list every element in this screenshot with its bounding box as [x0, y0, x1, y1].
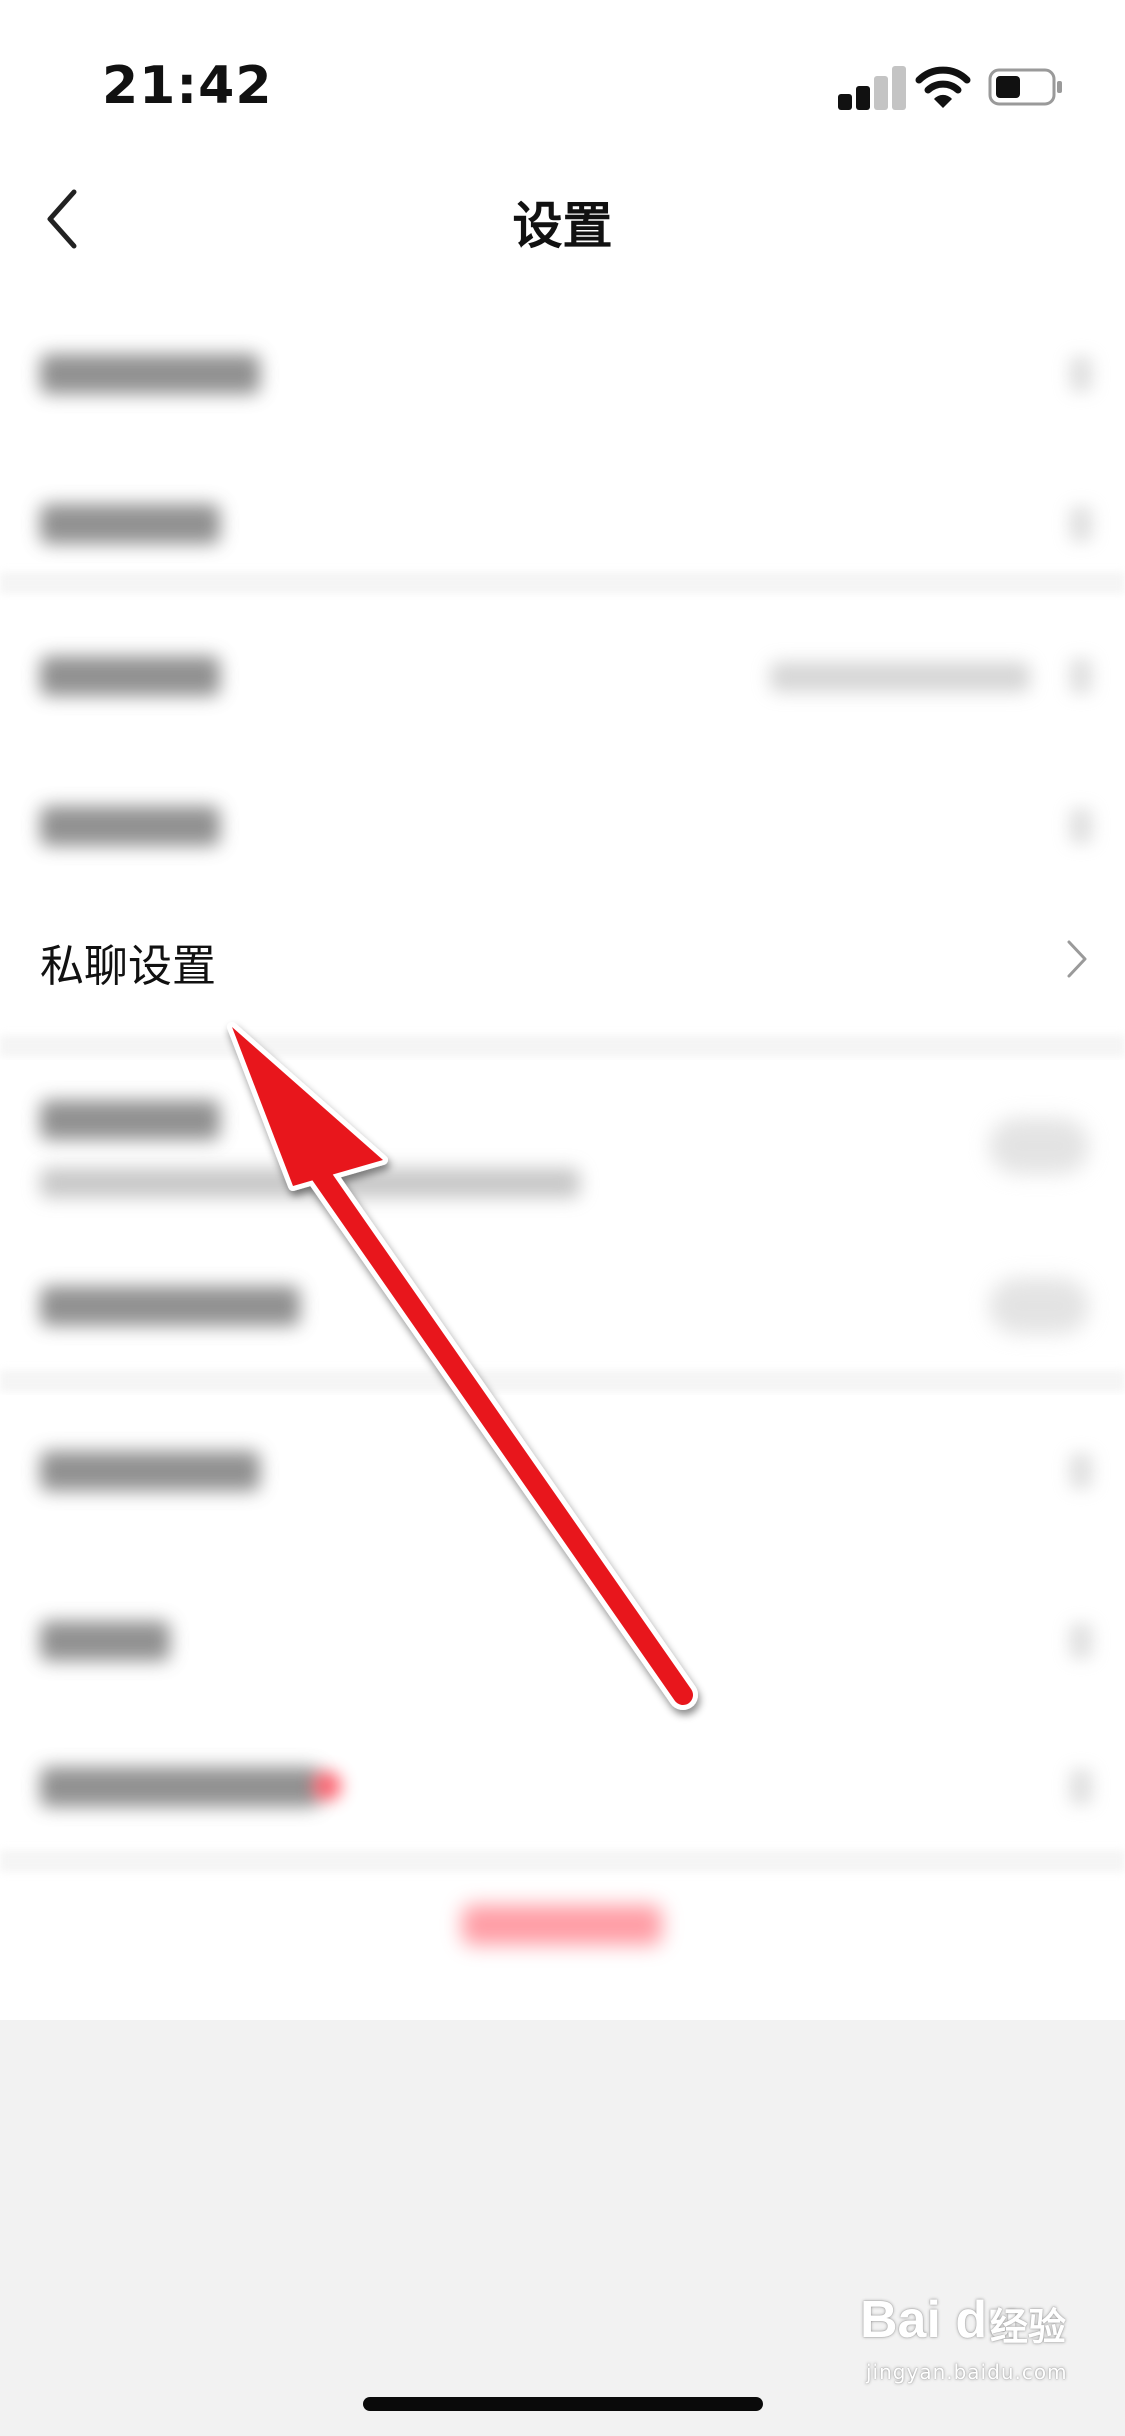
- blurred-label: [40, 806, 220, 846]
- settings-row-blurred-4[interactable]: [0, 750, 1125, 900]
- chevron-right-icon: [1067, 940, 1087, 978]
- watermark: Bai du 经验 jingyan.baidu.com: [860, 2290, 1100, 2390]
- chevron-right-icon: [1069, 506, 1093, 542]
- blurred-label: [40, 656, 220, 696]
- red-badge: [312, 1771, 342, 1801]
- blurred-label: [40, 504, 220, 544]
- watermark-url: jingyan.baidu.com: [866, 2360, 1068, 2384]
- settings-row-blurred-7[interactable]: [0, 1695, 1125, 1845]
- blurred-label: [40, 1286, 300, 1326]
- logout-button[interactable]: [462, 1905, 662, 1945]
- settings-row-blurred-6[interactable]: [0, 1545, 1125, 1695]
- settings-row-blurred-1[interactable]: [0, 300, 1125, 450]
- blurred-label: [40, 1767, 320, 1807]
- nav-bar: 设置: [0, 160, 1125, 270]
- section-divider: [0, 1035, 1125, 1057]
- private-chat-settings-label: 私聊设置: [40, 941, 216, 992]
- toggle-switch[interactable]: [989, 1118, 1089, 1174]
- blurred-description: [40, 1168, 580, 1198]
- chevron-right-icon: [1069, 658, 1093, 694]
- section-divider: [0, 1850, 1125, 1872]
- blurred-label: [40, 1451, 260, 1491]
- signal-icon: [838, 66, 908, 110]
- section-divider: [0, 572, 1125, 594]
- section-divider: [0, 1370, 1125, 1392]
- watermark-label: 经验: [990, 2305, 1067, 2349]
- status-bar: 21:42: [0, 0, 1125, 150]
- toggle-switch[interactable]: [989, 1278, 1089, 1334]
- settings-row-blurred-toggle-1[interactable]: [0, 1060, 1125, 1230]
- battery-icon: [988, 68, 1062, 106]
- blurred-label: [40, 354, 260, 394]
- home-indicator[interactable]: [363, 2397, 763, 2411]
- settings-row-private-chat[interactable]: 私聊设置: [0, 900, 1125, 1050]
- page-title: 设置: [512, 197, 613, 255]
- wifi-icon: [915, 66, 971, 108]
- blurred-label: [40, 1621, 170, 1661]
- chevron-right-icon: [1069, 356, 1093, 392]
- chevron-right-icon: [1069, 808, 1093, 844]
- blurred-label: [40, 1100, 220, 1140]
- blurred-value: [770, 662, 1030, 692]
- chevron-right-icon: [1069, 1453, 1093, 1489]
- chevron-right-icon: [1069, 1769, 1093, 1805]
- status-time: 21:42: [102, 56, 273, 116]
- settings-row-blurred-3[interactable]: [0, 600, 1125, 750]
- settings-row-blurred-5[interactable]: [0, 1395, 1125, 1545]
- chevron-right-icon: [1069, 1623, 1093, 1659]
- settings-row-blurred-toggle-2[interactable]: [0, 1230, 1125, 1380]
